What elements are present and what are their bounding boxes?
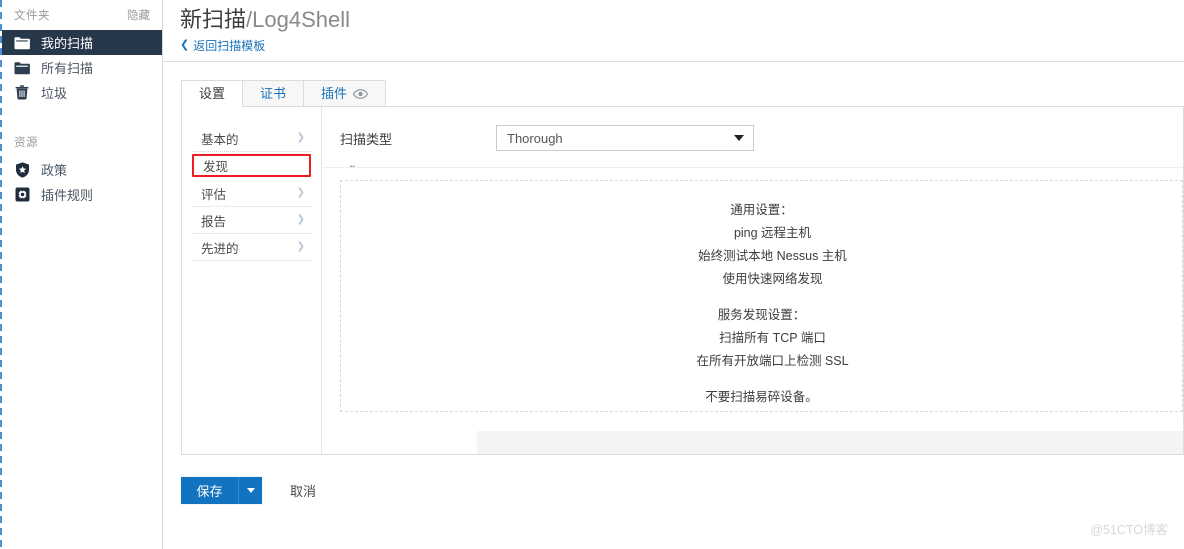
tab-credentials-label: 证书	[260, 86, 287, 101]
scan-type-select[interactable]: Thorough	[496, 125, 754, 151]
general-settings-heading: 通用设置：	[730, 203, 793, 217]
discovery-summary-box: 通用设置： ping 远程主机 始终测试本地 Nessus 主机 使用快速网络发…	[340, 180, 1183, 412]
folder-open-icon	[14, 35, 30, 51]
settings-nav-item-basic-label: 基本的	[201, 132, 239, 147]
settings-nav-item-discovery[interactable]: 发现 ⌄	[192, 154, 357, 177]
chevron-right-icon: ❯	[296, 187, 305, 198]
service-discovery-group: 服务发现设置： 扫描所有 TCP 端口 在所有开放端口上检测 SSL	[341, 303, 1182, 373]
save-options-dropdown-button[interactable]	[238, 477, 262, 504]
chevron-down-icon	[734, 135, 744, 141]
sidebar-item-policies-label: 政策	[41, 163, 68, 178]
sidebar-item-my-scans-label: 我的扫描	[41, 36, 94, 51]
scan-type-label: 扫描类型	[340, 131, 393, 147]
discovery-summary-inner: 通用设置： ping 远程主机 始终测试本地 Nessus 主机 使用快速网络发…	[341, 181, 1182, 409]
general-settings-item: 始终测试本地 Nessus 主机	[698, 249, 847, 263]
sidebar-item-all-scans[interactable]: 所有扫描	[0, 55, 162, 80]
settings-nav-item-discovery-label: 发现	[203, 160, 229, 174]
panel-footer-strip	[477, 431, 1183, 454]
tab-underline	[181, 106, 1184, 107]
sidebar-item-trash[interactable]: 垃圾	[0, 80, 162, 105]
general-settings-group: 通用设置： ping 远程主机 始终测试本地 Nessus 主机 使用快速网络发…	[341, 198, 1182, 291]
folder-icon	[14, 60, 30, 76]
page-header: 新扫描/Log4Shell ❮ 返回扫描模板	[163, 0, 1184, 54]
plugin-rules-icon	[14, 187, 30, 203]
settings-nav-item-advanced[interactable]: 先进的 ❯	[192, 234, 311, 261]
sidebar-item-policies[interactable]: 政策	[0, 157, 162, 182]
chevron-left-icon: ❮	[180, 39, 190, 51]
sidebar-item-my-scans[interactable]: 我的扫描	[0, 30, 162, 55]
eye-icon	[353, 89, 369, 99]
page-title-suffix: /Log4Shell	[246, 7, 350, 32]
settings-nav-item-basic[interactable]: 基本的 ❯	[192, 125, 311, 152]
shield-badge-icon	[14, 161, 30, 178]
service-discovery-item: 在所有开放端口上检测 SSL	[696, 354, 849, 368]
page-title-main: 新扫描	[180, 7, 247, 32]
sidebar-section-resources-header: 资源	[0, 127, 162, 157]
sidebar-item-all-scans-label: 所有扫描	[41, 61, 94, 76]
general-settings-item: 使用快速网络发现	[722, 272, 823, 286]
back-to-templates-label: 返回扫描模板	[193, 39, 266, 53]
sidebar-item-plugin-rules-label: 插件规则	[41, 188, 94, 203]
settings-nav-item-assessment-label: 评估	[201, 187, 227, 202]
tab-settings-label: 设置	[199, 86, 226, 101]
tab-credentials[interactable]: 证书	[242, 80, 305, 107]
chevron-down-icon	[246, 488, 255, 493]
cancel-button[interactable]: 取消	[290, 481, 316, 500]
tab-plugins[interactable]: 插件	[303, 80, 387, 107]
sidebar-left-edge-marker	[0, 0, 2, 549]
sidebar-section-folders-title: 文件夹	[14, 10, 50, 22]
settings-nav-item-assessment[interactable]: 评估 ❯	[192, 180, 311, 207]
sidebar-item-plugin-rules[interactable]: 插件规则	[0, 182, 162, 207]
settings-nav-item-report[interactable]: 报告 ❯	[192, 207, 311, 234]
tab-settings[interactable]: 设置	[181, 80, 244, 108]
sidebar: 文件夹 隐藏 我的扫描 所有扫描 垃圾 资源 政策 插件规则	[0, 0, 163, 549]
watermark: @51CTO博客	[1090, 523, 1168, 537]
sidebar-hide-button[interactable]: 隐藏	[127, 7, 150, 23]
fragile-devices-note: 不要扫描易碎设备。	[705, 390, 818, 404]
service-discovery-heading: 服务发现设置：	[717, 308, 806, 322]
settings-nav-item-advanced-label: 先进的	[201, 241, 239, 256]
sidebar-section-folders-header: 文件夹 隐藏	[0, 0, 162, 30]
sidebar-item-trash-label: 垃圾	[41, 86, 68, 101]
main-content: 新扫描/Log4Shell ❮ 返回扫描模板 设置 证书 插件 基本的 ❯ 发现…	[163, 0, 1184, 549]
save-button-group: 保存	[181, 477, 262, 504]
scan-type-select-value: Thorough	[507, 130, 563, 146]
sidebar-section-resources-title: 资源	[14, 137, 38, 149]
action-bar: 保存 取消	[181, 477, 1184, 504]
settings-nav: 基本的 ❯ 发现 ⌄ 评估 ❯ 报告 ❯ 先进的 ❯	[182, 107, 357, 454]
scan-type-field-row: 扫描类型 Thorough	[322, 107, 1183, 168]
service-discovery-item: 扫描所有 TCP 端口	[719, 331, 826, 345]
chevron-right-icon: ❯	[296, 132, 305, 143]
app-root: 文件夹 隐藏 我的扫描 所有扫描 垃圾 资源 政策 插件规则 新扫描/Log4S…	[0, 0, 1184, 549]
back-to-templates-link[interactable]: ❮ 返回扫描模板	[180, 37, 265, 54]
chevron-right-icon: ❯	[296, 214, 305, 225]
settings-content: 扫描类型 Thorough 通用设置： ping 远程主机 始终测试本地 Nes…	[322, 107, 1183, 454]
settings-nav-item-report-label: 报告	[201, 214, 227, 229]
general-settings-item: ping 远程主机	[733, 226, 812, 240]
tab-bar: 设置 证书 插件	[163, 79, 1184, 108]
page-title: 新扫描/Log4Shell	[180, 6, 1184, 34]
trash-icon	[14, 85, 30, 101]
settings-panel: 基本的 ❯ 发现 ⌄ 评估 ❯ 报告 ❯ 先进的 ❯ 扫描类型 Thorough…	[181, 107, 1184, 455]
header-divider	[163, 61, 1184, 62]
chevron-right-icon: ❯	[296, 241, 305, 252]
tab-plugins-label: 插件	[321, 86, 348, 101]
save-button[interactable]: 保存	[181, 477, 238, 504]
